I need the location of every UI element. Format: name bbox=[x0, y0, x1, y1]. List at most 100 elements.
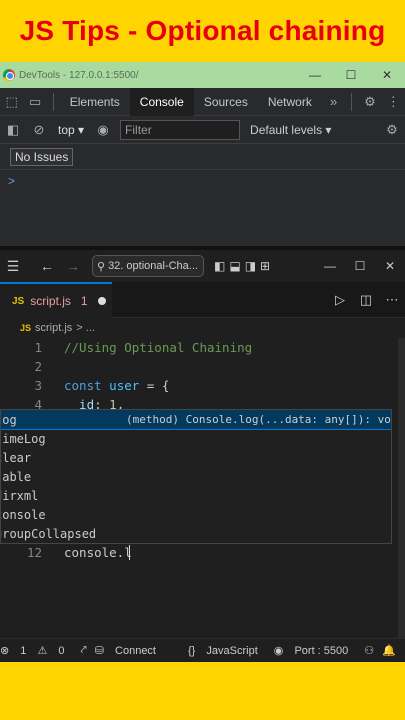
warning-count: 0 bbox=[58, 645, 65, 657]
toggle-primary-sidebar-icon[interactable]: ◧ bbox=[214, 259, 225, 273]
minimize-icon[interactable]: — bbox=[315, 259, 345, 273]
line-text: const user = { bbox=[64, 378, 169, 393]
clear-console-icon[interactable]: ⊘ bbox=[26, 122, 52, 138]
breadcrumb-file[interactable]: script.js bbox=[35, 322, 72, 334]
more-options-icon[interactable]: ⋮ bbox=[382, 94, 405, 110]
error-icon: ⊗ bbox=[0, 645, 10, 657]
minimize-icon[interactable]: — bbox=[297, 68, 333, 82]
connect-label: Connect bbox=[115, 645, 156, 657]
split-editor-icon[interactable]: ◫ bbox=[353, 292, 379, 308]
code-line: 3 const user = { bbox=[0, 376, 405, 395]
maximize-icon[interactable]: ☐ bbox=[333, 68, 369, 82]
suggestion-item[interactable]: groupCollapsed bbox=[1, 524, 391, 543]
sidebar-toggle-icon[interactable]: ◧ bbox=[0, 122, 26, 138]
issues-bar: No Issues bbox=[0, 144, 405, 170]
accounts-icon[interactable]: ⚇ bbox=[364, 644, 374, 657]
breadcrumb-more[interactable]: ... bbox=[86, 322, 95, 334]
suggestion-item[interactable]: clear bbox=[1, 448, 391, 467]
log-levels-dropdown[interactable]: Default levels ▾ bbox=[250, 123, 331, 137]
tab-elements[interactable]: Elements bbox=[60, 88, 130, 116]
chrome-icon bbox=[3, 69, 15, 81]
javascript-file-icon: JS bbox=[12, 295, 25, 307]
code-token: = { bbox=[139, 378, 170, 393]
breadcrumb-separator: > bbox=[76, 322, 83, 334]
language-mode[interactable]: {} JavaScript bbox=[188, 645, 266, 657]
suggestion-label: timeLog bbox=[0, 431, 46, 446]
vscode-titlebar: ☰ ← → ⚲ 32. optional-Cha... ◧ ⬓ ◨ ⊞ — ☐ … bbox=[0, 250, 405, 282]
tab-network[interactable]: Network bbox=[258, 88, 322, 116]
toggle-secondary-sidebar-icon[interactable]: ◨ bbox=[245, 259, 256, 273]
tab-console[interactable]: Console bbox=[129, 87, 194, 116]
tab-script-js[interactable]: JS script.js 1 bbox=[0, 282, 112, 318]
suggestion-label: dirxml bbox=[1, 488, 39, 503]
line-text: console.l bbox=[64, 545, 132, 560]
code-token: const bbox=[64, 378, 102, 393]
suggestion-item[interactable]: log (method) Console.log(...data: any[])… bbox=[1, 410, 392, 430]
intellisense-suggestions: log (method) Console.log(...data: any[])… bbox=[0, 409, 392, 544]
log-levels-label: Default levels bbox=[250, 122, 323, 137]
status-bar: ⊗ 1 ⚠ 0 ⤤ ⛁ Connect {} JavaScript ◉ Port… bbox=[0, 638, 405, 662]
more-actions-icon[interactable]: ⋯ bbox=[379, 292, 405, 308]
suggestion-label: clear bbox=[1, 450, 32, 465]
customize-layout-icon[interactable]: ⊞ bbox=[260, 259, 270, 273]
console-prompt[interactable]: > bbox=[8, 174, 15, 188]
context-selector[interactable]: top ▾ bbox=[52, 123, 90, 137]
editor-scrollbar[interactable] bbox=[398, 338, 405, 638]
video-title: JS Tips - Optional chaining bbox=[19, 15, 386, 46]
line-number: 2 bbox=[34, 359, 42, 374]
console-settings-icon[interactable]: ⚙ bbox=[379, 122, 405, 138]
code-token: //Using Optional Chaining bbox=[64, 340, 253, 355]
line-number: 12 bbox=[26, 545, 42, 560]
suggestion-item[interactable]: table bbox=[1, 467, 391, 486]
suggestion-label: groupCollapsed bbox=[0, 526, 97, 541]
suggestion-detail: (method) Console.log(...data: any[]): vo… bbox=[126, 413, 392, 426]
command-center-label: 32. optional-Cha... bbox=[108, 260, 198, 272]
live-expression-eye-icon[interactable]: ◉ bbox=[90, 122, 116, 138]
line-number: 3 bbox=[34, 378, 42, 393]
unsaved-dot-icon[interactable] bbox=[97, 297, 106, 305]
port-label: Port : 5500 bbox=[294, 645, 349, 657]
device-toolbar-icon[interactable]: ▭ bbox=[23, 94, 46, 110]
text-cursor bbox=[129, 545, 130, 560]
close-icon[interactable]: ✕ bbox=[375, 259, 405, 273]
console-output[interactable]: > bbox=[0, 170, 405, 250]
devtools-window-title: DevTools - 127.0.0.1:5500/ bbox=[19, 69, 139, 81]
maximize-icon[interactable]: ☐ bbox=[345, 259, 375, 273]
toggle-panel-icon[interactable]: ⬓ bbox=[229, 259, 240, 273]
tab-filename: script.js bbox=[30, 294, 71, 308]
back-arrow-icon[interactable]: ← bbox=[34, 258, 60, 274]
code-line: 1 //Using Optional Chaining bbox=[0, 338, 405, 357]
suggestion-label: table bbox=[1, 469, 32, 484]
problems-status[interactable]: ⊗ 1 ⚠ 0 bbox=[0, 644, 73, 657]
live-share-icon[interactable]: ⤤ bbox=[81, 644, 87, 657]
braces-icon: {} bbox=[188, 644, 196, 657]
tab-problem-count: 1 bbox=[80, 294, 88, 308]
forward-arrow-icon[interactable]: → bbox=[60, 258, 86, 274]
run-play-icon[interactable]: ▷ bbox=[327, 292, 353, 308]
search-icon: ⚲ bbox=[97, 260, 106, 273]
console-filter-input[interactable]: Filter bbox=[120, 119, 241, 140]
close-icon[interactable]: ✕ bbox=[369, 68, 405, 82]
suggestion-item[interactable]: console bbox=[1, 505, 391, 524]
more-tabs-icon[interactable]: » bbox=[322, 94, 345, 109]
editor-tabbar: JS script.js 1 ▷ ◫ ⋯ bbox=[0, 282, 405, 318]
database-connect[interactable]: ⛁ Connect bbox=[95, 644, 164, 657]
video-title-banner: JS Tips - Optional chaining bbox=[0, 0, 405, 62]
line-number: 1 bbox=[34, 340, 42, 355]
issues-badge[interactable]: No Issues bbox=[10, 147, 74, 166]
warning-icon: ⚠ bbox=[37, 645, 48, 657]
code-line: 2 bbox=[0, 357, 405, 376]
suggestion-item[interactable]: timeLog bbox=[1, 429, 391, 448]
console-toolbar: ◧ ⊘ top ▾ ◉ Filter Default levels ▾ ⚙ bbox=[0, 116, 405, 144]
command-center-search[interactable]: ⚲ 32. optional-Cha... bbox=[92, 255, 204, 277]
notifications-bell-icon[interactable]: 🔔 bbox=[382, 644, 396, 657]
menu-hamburger-icon[interactable]: ☰ bbox=[0, 258, 26, 275]
tab-sources[interactable]: Sources bbox=[194, 88, 258, 116]
live-server-port[interactable]: ◉ Port : 5500 bbox=[274, 644, 357, 657]
radio-tower-icon: ◉ bbox=[273, 645, 284, 657]
suggestion-item[interactable]: dirxml bbox=[1, 486, 391, 505]
language-label: JavaScript bbox=[206, 644, 258, 657]
inspect-element-icon[interactable]: ⬚ bbox=[0, 94, 23, 110]
settings-gear-icon[interactable]: ⚙ bbox=[358, 94, 381, 110]
toolbar-divider bbox=[52, 92, 54, 111]
